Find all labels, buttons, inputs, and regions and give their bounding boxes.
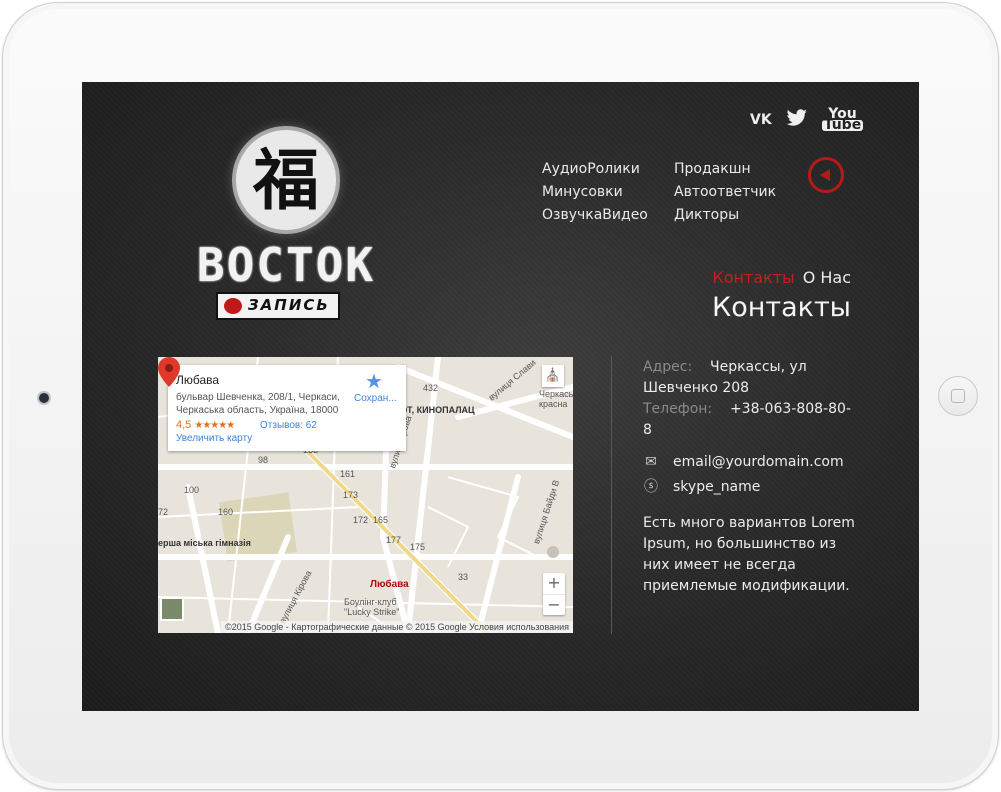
place-reviews-link[interactable]: Отзывов: 62 bbox=[260, 420, 317, 431]
youtube-icon[interactable]: You Tube bbox=[821, 107, 864, 133]
map-label-number: 175 bbox=[410, 542, 426, 552]
map-place-card: Любава бульвар Шевченка, 208/1, Черкаси,… bbox=[168, 365, 406, 451]
zoom-in-button[interactable]: + bbox=[543, 573, 565, 595]
map-label-number: 165 bbox=[373, 515, 389, 525]
skype-icon: ⓢ bbox=[644, 479, 658, 495]
phone-label: Телефон: bbox=[643, 401, 713, 417]
phone-row: Телефон: +38-063-808-80-8 bbox=[643, 399, 858, 441]
logo-wordmark: BOCTOK bbox=[196, 238, 376, 292]
place-name: Любава bbox=[176, 373, 220, 387]
breadcrumb-about[interactable]: О Нас bbox=[803, 268, 851, 287]
map-label-number: 173 bbox=[343, 490, 359, 500]
map-label-number: 161 bbox=[340, 469, 356, 479]
save-star-icon[interactable]: ★ bbox=[365, 369, 383, 393]
street-view-icon[interactable]: ⛪ bbox=[542, 365, 564, 387]
map-label-number: 172 bbox=[353, 515, 369, 525]
zoom-control: + − bbox=[543, 573, 565, 615]
skype-row: ⓢ skype_name bbox=[643, 476, 760, 496]
map-label-bowling: Боулінг-клуб bbox=[344, 597, 397, 607]
map-pin-icon[interactable] bbox=[158, 357, 180, 387]
map-label-number: 100 bbox=[184, 485, 200, 495]
save-place-link[interactable]: Сохран... bbox=[354, 393, 397, 404]
envelope-icon: ✉ bbox=[645, 454, 657, 470]
map-label-number: 432 bbox=[423, 383, 439, 393]
google-map[interactable]: ЮТ, КИНОПАЛАЦ ерша міська гімназія вулиц… bbox=[158, 357, 573, 633]
arrow-left-icon bbox=[820, 169, 830, 181]
nav-video-dubbing[interactable]: ОзвучкаВидео bbox=[542, 204, 648, 227]
screen: 福 BOCTOK ЗАПИСЬ VK You Tube АудиоРолики … bbox=[82, 82, 919, 711]
page-title: Контакты bbox=[712, 292, 851, 323]
place-address: бульвар Шевченка, 208/1, Черкаси, Черкас… bbox=[176, 392, 340, 416]
vertical-divider bbox=[611, 356, 612, 634]
map-label-number: 98 bbox=[258, 455, 269, 465]
site-logo[interactable]: 福 BOCTOK ЗАПИСЬ bbox=[156, 120, 416, 330]
map-label-number: 33 bbox=[458, 572, 469, 582]
zoom-out-button[interactable]: − bbox=[543, 595, 565, 616]
youtube-bottom: Tube bbox=[821, 117, 864, 133]
map-pin-label: Любава bbox=[370, 579, 409, 590]
map-label-cherkasy-krasna: Черкаська красна bbox=[539, 389, 573, 409]
enlarge-map-link[interactable]: Увеличить карту bbox=[176, 433, 252, 444]
map-label-number: 177 bbox=[386, 535, 402, 545]
logo-badge-text: ЗАПИСЬ bbox=[248, 296, 330, 314]
map-label-number: 160 bbox=[218, 507, 234, 517]
address-label: Адрес: bbox=[643, 359, 693, 375]
camera-icon bbox=[37, 391, 51, 405]
vk-icon[interactable]: VK bbox=[750, 112, 772, 128]
record-dot-icon bbox=[224, 298, 242, 314]
contact-description: Есть много вариантов Lorem Ipsum, но бол… bbox=[643, 515, 855, 594]
tablet-device: 福 BOCTOK ЗАПИСЬ VK You Tube АудиоРолики … bbox=[0, 0, 1001, 792]
nav-backing-tracks[interactable]: Минусовки bbox=[542, 181, 648, 204]
social-links: VK You Tube bbox=[750, 106, 864, 134]
email-link[interactable]: email@yourdomain.com bbox=[673, 454, 844, 470]
email-row: ✉ email@yourdomain.com bbox=[643, 454, 844, 470]
skype-link[interactable]: skype_name bbox=[673, 479, 760, 495]
logo-badge: ЗАПИСЬ bbox=[216, 292, 340, 320]
map-label-lucky-strike: "Lucky Strike" bbox=[344, 607, 400, 617]
breadcrumb: Контакты О Нас bbox=[712, 268, 851, 287]
logo-glyph: 福 bbox=[253, 141, 319, 219]
back-button[interactable] bbox=[808, 157, 844, 193]
breadcrumb-contacts[interactable]: Контакты bbox=[712, 268, 794, 287]
twitter-icon[interactable] bbox=[786, 109, 808, 131]
nav-production[interactable]: Продакшн bbox=[674, 158, 776, 181]
address-row: Адрес: Черкассы, ул Шевченко 208 bbox=[643, 357, 858, 399]
satellite-toggle[interactable] bbox=[160, 597, 184, 621]
rating-stars-icon: ★★★★★ bbox=[194, 420, 235, 431]
map-attribution[interactable]: ©2015 Google - Картографические данные ©… bbox=[221, 621, 573, 633]
nav-announcers[interactable]: Дикторы bbox=[674, 204, 776, 227]
nav-audio-ads[interactable]: АудиоРолики bbox=[542, 158, 648, 181]
nav-answering-machine[interactable]: Автоответчик bbox=[674, 181, 776, 204]
map-label-gymnasium: ерша міська гімназія bbox=[158, 538, 251, 548]
place-rating: 4,5 ★★★★★ bbox=[176, 419, 235, 431]
place-rating-value: 4,5 bbox=[176, 419, 192, 431]
map-label-kinopalats: ЮТ, КИНОПАЛАЦ bbox=[398, 405, 475, 415]
contact-info: Адрес: Черкассы, ул Шевченко 208 Телефон… bbox=[643, 357, 858, 441]
home-button[interactable] bbox=[938, 376, 978, 416]
map-label-number: 72 bbox=[158, 507, 169, 517]
